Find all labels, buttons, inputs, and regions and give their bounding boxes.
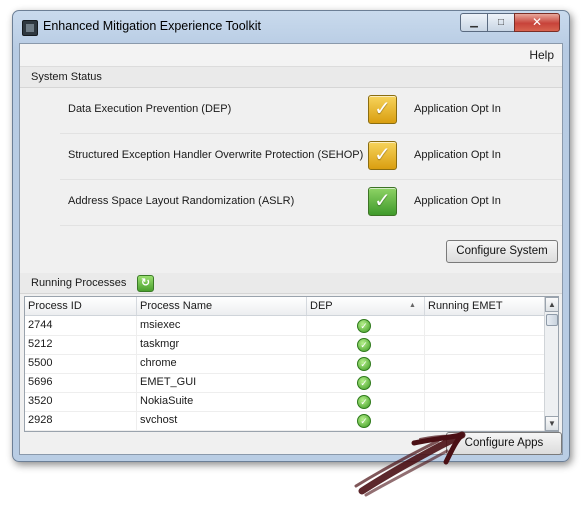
annotation-arrow [354, 431, 466, 497]
